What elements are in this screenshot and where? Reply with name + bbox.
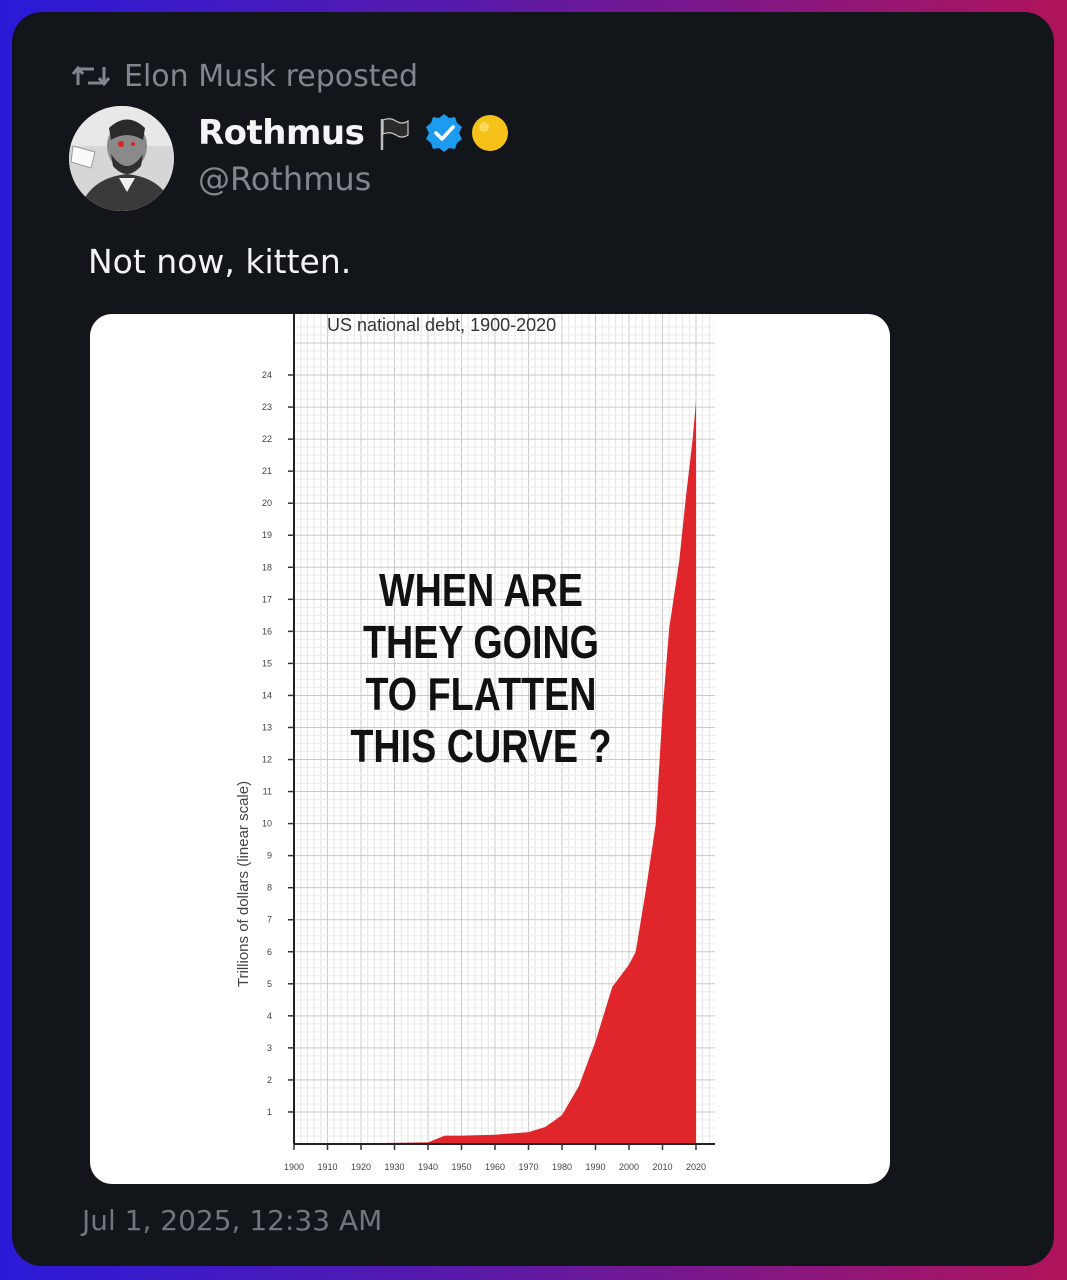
tweet-card[interactable]: Elon Musk reposted Rothmus @Rothmus Not … (12, 12, 1054, 1266)
y-tick-label: 21 (262, 466, 272, 476)
y-tick-label: 13 (262, 722, 272, 732)
debt-chart: 123456789101112131415161718192021222324 … (235, 314, 715, 1172)
author-handle[interactable]: @Rothmus (198, 160, 371, 198)
y-tick-label: 1 (267, 1107, 272, 1117)
yellow-circle-icon (472, 115, 509, 151)
y-tick-label: 19 (262, 530, 272, 540)
y-tick-label: 23 (262, 402, 272, 412)
y-tick-label: 2 (267, 1075, 272, 1085)
x-tick-label: 1930 (384, 1162, 404, 1172)
x-tick-label: 1970 (518, 1162, 538, 1172)
y-tick-label: 11 (263, 787, 272, 797)
y-axis-label: Trillions of dollars (linear scale) (235, 781, 252, 987)
overlay-line: TO FLATTEN (365, 668, 596, 719)
x-tick-label: 1920 (351, 1162, 371, 1172)
x-tick-label: 1980 (552, 1162, 572, 1172)
verified-badge-icon[interactable] (424, 113, 464, 153)
repost-label: Elon Musk reposted (124, 58, 419, 94)
tweet-media-image[interactable]: 1 2 3 4 5 6 7 8 9 10 11 12 13 14 15 16 17 18 19 20 21 22 23 24 … (90, 314, 890, 1184)
y-tick-label: 18 (262, 562, 272, 572)
y-tick-label: 10 (262, 819, 272, 829)
y-tick-label: 8 (267, 883, 272, 893)
x-tick-label: 1950 (451, 1162, 471, 1172)
tweet-text: Not now, kitten. (88, 242, 352, 281)
overlay-line: THIS CURVE ? (350, 720, 611, 771)
author-name-row: Rothmus (198, 110, 510, 156)
avatar[interactable] (69, 106, 174, 211)
y-tick-label: 24 (262, 370, 272, 380)
overlay-line: THEY GOING (363, 616, 599, 667)
y-tick-label: 7 (267, 915, 272, 925)
x-tick-label: 1960 (485, 1162, 505, 1172)
x-tick-labels: 1900 1910 1920 1930 1940 1950 1960 1970 1980 1990… (284, 1144, 706, 1172)
x-tick-label: 2000 (619, 1162, 639, 1172)
y-tick-label: 14 (262, 690, 272, 700)
y-tick-labels: 123456789101112131415161718192021222324 (262, 370, 294, 1117)
y-tick-label: 12 (262, 755, 272, 765)
chart-title: US national debt, 1900-2020 (327, 315, 556, 335)
y-tick-label: 9 (267, 851, 272, 861)
y-tick-label: 5 (267, 979, 272, 989)
x-tick-label: 1940 (418, 1162, 438, 1172)
repost-indicator[interactable]: Elon Musk reposted (72, 54, 418, 98)
black-flag-icon (381, 118, 409, 150)
author-name[interactable]: Rothmus (198, 113, 365, 153)
y-tick-label: 16 (262, 626, 272, 636)
y-tick-label: 17 (262, 594, 272, 604)
y-tick-label: 22 (262, 434, 272, 444)
y-tick-label: 3 (267, 1043, 272, 1053)
x-tick-label: 1910 (317, 1162, 337, 1172)
x-tick-label: 2020 (686, 1162, 706, 1172)
y-tick-label: 6 (267, 947, 272, 957)
overlay-line: WHEN ARE (379, 564, 583, 615)
tweet-timestamp[interactable]: Jul 1, 2025, 12:33 AM (82, 1204, 382, 1237)
y-tick-label: 4 (267, 1011, 272, 1021)
x-tick-label: 1900 (284, 1162, 304, 1172)
meme-overlay-text: WHEN ARETHEY GOINGTO FLATTENTHIS CURVE ? (350, 564, 611, 771)
x-tick-label: 1990 (585, 1162, 605, 1172)
x-tick-label: 2010 (652, 1162, 672, 1172)
repost-icon (72, 65, 110, 87)
y-tick-label: 20 (262, 498, 272, 508)
y-tick-label: 15 (262, 658, 272, 668)
